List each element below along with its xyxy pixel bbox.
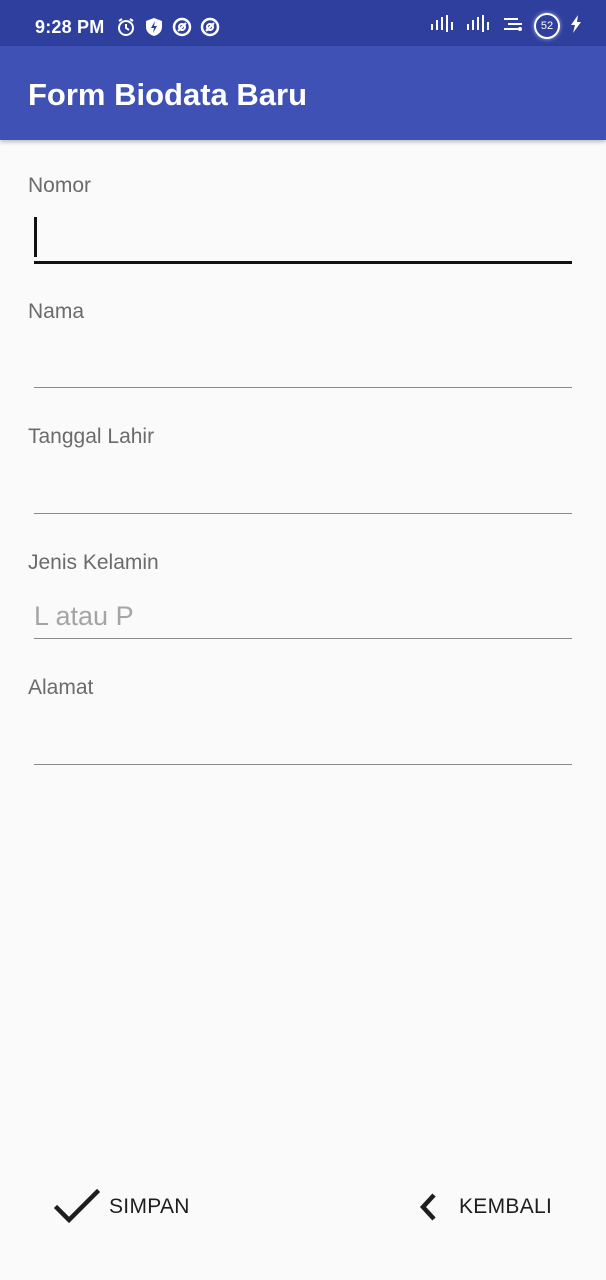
back-button-label: KEMBALI bbox=[459, 1195, 553, 1218]
field-label-jenis-kelamin: Jenis Kelamin bbox=[28, 551, 159, 574]
at-sign-icon bbox=[172, 17, 192, 37]
status-icons-right: 52 bbox=[430, 13, 582, 39]
shield-bolt-icon bbox=[144, 17, 164, 37]
charging-bolt-icon bbox=[570, 14, 582, 38]
data-speed-icon bbox=[502, 15, 524, 38]
save-button-label: SIMPAN bbox=[109, 1195, 190, 1218]
app-bar: Form Biodata Baru bbox=[0, 46, 606, 140]
status-bar: 9:28 PM 52 bbox=[0, 0, 606, 46]
back-button[interactable]: KEMBALI bbox=[416, 1186, 552, 1228]
nomor-input[interactable] bbox=[34, 220, 572, 264]
field-label-alamat: Alamat bbox=[28, 676, 94, 699]
field-label-nomor: Nomor bbox=[28, 174, 92, 197]
signal-icon bbox=[430, 14, 456, 39]
page-title: Form Biodata Baru bbox=[28, 77, 308, 112]
battery-icon: 52 bbox=[534, 13, 560, 39]
field-label-tanggal-lahir: Tanggal Lahir bbox=[28, 425, 155, 448]
tanggal-lahir-input[interactable] bbox=[34, 470, 572, 514]
nama-input[interactable] bbox=[34, 344, 572, 388]
jenis-kelamin-input[interactable] bbox=[34, 595, 572, 639]
status-time: 9:28 PM bbox=[35, 17, 105, 37]
alamat-input[interactable] bbox=[34, 721, 572, 765]
text-cursor bbox=[34, 217, 37, 257]
chevron-left-icon bbox=[416, 1189, 450, 1225]
signal-icon bbox=[466, 14, 492, 39]
check-icon bbox=[54, 1189, 100, 1225]
field-label-nama: Nama bbox=[28, 300, 85, 323]
status-icons-left bbox=[116, 17, 220, 37]
save-button[interactable]: SIMPAN bbox=[54, 1186, 190, 1228]
alarm-icon bbox=[116, 17, 136, 37]
at-sign-icon bbox=[200, 17, 220, 37]
